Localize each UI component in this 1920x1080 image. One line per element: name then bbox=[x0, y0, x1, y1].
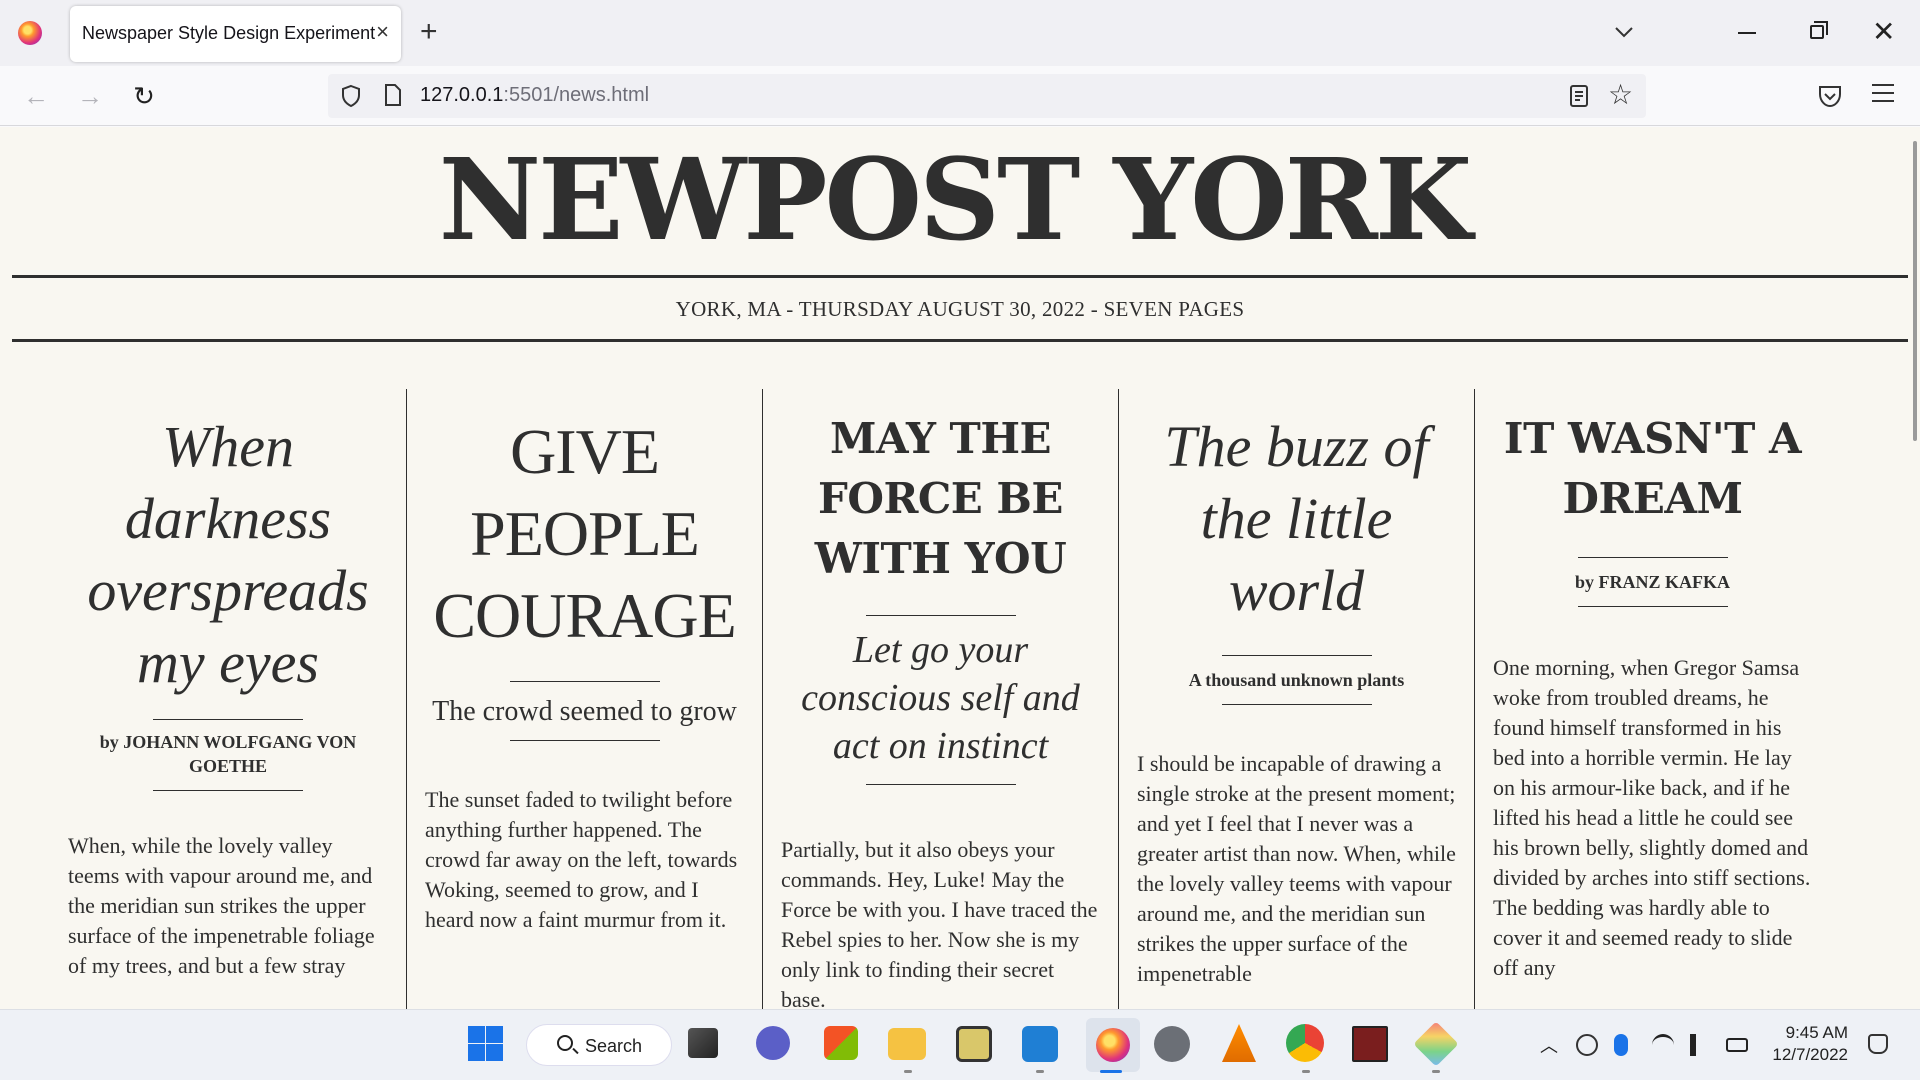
taskbar-search-button[interactable]: Search bbox=[526, 1024, 672, 1066]
masthead: NEWPOST YORK bbox=[438, 135, 1472, 266]
divider bbox=[865, 784, 1016, 785]
volume-icon[interactable] bbox=[1690, 1034, 1712, 1056]
running-indicator bbox=[904, 1070, 912, 1073]
vlc-icon[interactable] bbox=[1222, 1024, 1256, 1062]
article-body: The sunset faded to twilight before anyt… bbox=[425, 787, 738, 932]
restore-button[interactable] bbox=[1810, 21, 1828, 39]
tab-close-button[interactable]: × bbox=[376, 20, 389, 44]
settings-icon[interactable] bbox=[1154, 1026, 1190, 1062]
search-label: Search bbox=[585, 1036, 643, 1056]
clock[interactable]: 9:45 AM 12/7/2022 bbox=[1772, 1022, 1848, 1066]
start-icon[interactable] bbox=[466, 1024, 504, 1062]
firefox-icon bbox=[18, 21, 42, 45]
article-headline: IT WASN'T A DREAM bbox=[1503, 414, 1802, 523]
list-all-tabs-icon[interactable] bbox=[1610, 18, 1638, 46]
back-arrow-icon[interactable]: ← bbox=[20, 80, 52, 112]
chrome-icon[interactable] bbox=[1286, 1024, 1324, 1062]
wifi-icon[interactable] bbox=[1652, 1034, 1674, 1056]
tab-bar: Newspaper Style Design Experiment × + ✕ bbox=[0, 0, 1920, 66]
article-headline: When darkness overspreads my eyes bbox=[87, 414, 369, 695]
divider bbox=[12, 339, 1908, 342]
article-subhead: A thousand unknown plants bbox=[1188, 670, 1405, 690]
taskbar: Search ︿ 9:45 AM 12/7/2022 bbox=[0, 1009, 1920, 1080]
clock-date: 12/7/2022 bbox=[1772, 1045, 1848, 1064]
divider bbox=[1577, 606, 1728, 607]
firefox-taskbar-button[interactable] bbox=[1086, 1018, 1140, 1072]
article-body: One morning, when Gregor Samsa woke from… bbox=[1493, 655, 1811, 980]
page-content: NEWPOST YORK YORK, MA - THURSDAY AUGUST … bbox=[0, 127, 1920, 1009]
article-body: When, while the lovely valley teems with… bbox=[68, 833, 375, 978]
divider bbox=[153, 719, 303, 720]
article-headline: MAY THE FORCE BE WITH YOU bbox=[814, 414, 1067, 583]
pocket-icon[interactable] bbox=[1816, 82, 1844, 110]
divider bbox=[153, 790, 303, 791]
firefox-icon bbox=[1096, 1028, 1130, 1062]
article-subhead: Let go your conscious self and act on in… bbox=[801, 629, 1080, 767]
navigation-bar: ← → ↻ 127.0.0.1:5501/news.html ☆ bbox=[0, 66, 1920, 126]
app-icon[interactable] bbox=[1413, 1021, 1459, 1067]
chat-icon[interactable] bbox=[756, 1026, 790, 1060]
article-2: GIVE PEOPLE COURAGE The crowd seemed to … bbox=[406, 389, 762, 1009]
running-indicator bbox=[1036, 1070, 1044, 1073]
url-path: :5501/news.html bbox=[503, 84, 650, 106]
reload-icon[interactable]: ↻ bbox=[128, 80, 160, 112]
tab-title: Newspaper Style Design Experiment bbox=[82, 23, 376, 43]
divider bbox=[509, 681, 660, 682]
vscode-icon[interactable] bbox=[1022, 1026, 1058, 1062]
article-5: IT WASN'T A DREAM by FRANZ KAFKA One mor… bbox=[1474, 389, 1830, 1009]
divider bbox=[1221, 704, 1372, 705]
shield-icon[interactable] bbox=[340, 84, 362, 108]
scrollbar[interactable] bbox=[1913, 141, 1917, 441]
article-1: When darkness overspreads my eyes by JOH… bbox=[50, 389, 406, 1009]
reader-icon[interactable] bbox=[1568, 84, 1590, 108]
clock-time: 9:45 AM bbox=[1785, 1023, 1848, 1042]
search-icon bbox=[557, 1035, 573, 1051]
article-4: The buzz of the little world A thousand … bbox=[1118, 389, 1474, 1009]
divider bbox=[509, 740, 660, 741]
article-3: MAY THE FORCE BE WITH YOU Let go your co… bbox=[762, 389, 1118, 1009]
divider bbox=[865, 615, 1016, 616]
article-byline: by JOHANN WOLFGANG VON GOETHE bbox=[99, 732, 357, 776]
menu-icon[interactable] bbox=[1872, 84, 1894, 106]
article-headline: The buzz of the little world bbox=[1164, 414, 1429, 623]
running-indicator bbox=[1302, 1070, 1310, 1073]
divider bbox=[1221, 655, 1372, 656]
onedrive-icon[interactable] bbox=[1576, 1034, 1598, 1056]
file-explorer-icon[interactable] bbox=[888, 1028, 926, 1060]
show-hidden-icons-chevron-icon[interactable]: ︿ bbox=[1540, 1032, 1558, 1058]
address-bar[interactable]: 127.0.0.1:5501/news.html ☆ bbox=[328, 74, 1646, 118]
task-view-icon[interactable] bbox=[688, 1028, 718, 1058]
url-host: 127.0.0.1 bbox=[420, 84, 504, 106]
new-tab-button[interactable]: + bbox=[420, 14, 438, 50]
app-icon[interactable] bbox=[956, 1026, 992, 1062]
page-icon[interactable] bbox=[384, 84, 402, 106]
divider bbox=[12, 275, 1908, 278]
bluetooth-icon[interactable] bbox=[1614, 1034, 1628, 1056]
article-headline: GIVE PEOPLE COURAGE bbox=[433, 416, 736, 651]
forward-arrow-icon[interactable]: → bbox=[74, 80, 106, 112]
article-byline: by FRANZ KAFKA bbox=[1574, 572, 1730, 592]
url-text[interactable]: 127.0.0.1:5501/news.html bbox=[420, 84, 649, 107]
store-icon[interactable] bbox=[824, 1026, 858, 1060]
dateline: YORK, MA - THURSDAY AUGUST 30, 2022 - SE… bbox=[675, 297, 1245, 321]
article-columns: When darkness overspreads my eyes by JOH… bbox=[50, 389, 1830, 1009]
app-icon[interactable] bbox=[1352, 1026, 1388, 1062]
running-indicator bbox=[1432, 1070, 1440, 1073]
window-close-button[interactable]: ✕ bbox=[1872, 18, 1895, 46]
divider bbox=[1577, 557, 1728, 558]
article-subhead: The crowd seemed to grow bbox=[432, 696, 737, 727]
star-icon[interactable]: ☆ bbox=[1608, 78, 1633, 112]
notification-bell-icon[interactable] bbox=[1868, 1034, 1888, 1054]
active-indicator bbox=[1100, 1070, 1122, 1073]
article-body: I should be incapable of drawing a singl… bbox=[1137, 751, 1456, 986]
article-body: Partially, but it also obeys your comman… bbox=[781, 837, 1098, 1009]
battery-icon[interactable] bbox=[1726, 1038, 1748, 1052]
minimize-button[interactable] bbox=[1738, 32, 1756, 34]
tab-active[interactable]: Newspaper Style Design Experiment × bbox=[70, 6, 401, 62]
